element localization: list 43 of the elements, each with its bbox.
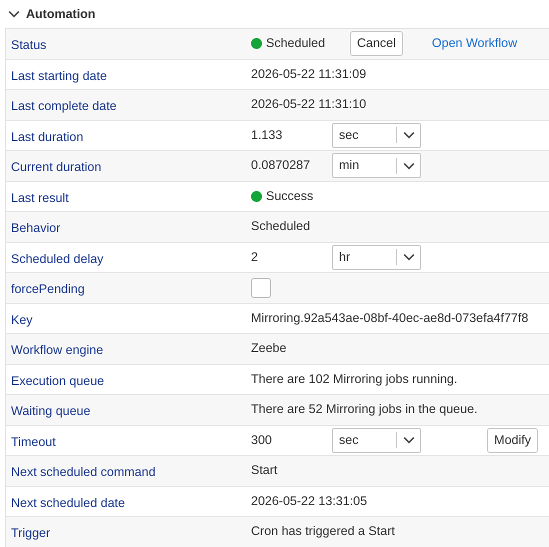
property-label: Last complete date — [10, 98, 118, 115]
property-value: Mirroring.92a543ae-08bf-40ec-ae8d-073efa4f77f8 — [251, 310, 528, 327]
property-value: 2026-05-22 11:31:09 — [251, 66, 366, 83]
property-value: There are 52 Mirroring jobs in the queue. — [251, 401, 478, 418]
property-label: Next scheduled command — [10, 464, 157, 481]
property-label: Current duration — [10, 159, 102, 176]
property-label: Waiting queue — [10, 403, 92, 420]
unit-select[interactable]: min — [332, 153, 421, 178]
property-value: 2 — [251, 248, 259, 266]
open-workflow-link[interactable]: Open Workflow — [432, 34, 518, 54]
property-label: forcePending — [10, 281, 86, 298]
property-value: 2026-05-22 13:31:05 — [251, 492, 368, 510]
property-label: Status — [10, 37, 48, 54]
property-label: Last result — [10, 190, 70, 206]
property-value: Cron has triggered a Start — [251, 523, 395, 540]
property-label: Behavior — [10, 220, 62, 237]
property-value: 300 — [251, 432, 273, 449]
property-label: Next scheduled date — [10, 494, 126, 512]
property-label: Execution queue — [10, 372, 106, 390]
property-value: 1.133 — [251, 126, 284, 144]
property-label: Key — [10, 312, 34, 329]
section-title[interactable]: Automation — [26, 4, 96, 24]
status-text: Success — [266, 188, 314, 205]
property-value: Zeebe — [251, 340, 286, 358]
unit-select[interactable]: sec — [332, 428, 421, 453]
property-label: Trigger — [10, 525, 52, 542]
property-label: Timeout — [10, 434, 57, 450]
property-value: 0.0870287 — [251, 157, 312, 174]
checkbox[interactable] — [251, 278, 271, 298]
property-label: Scheduled delay — [10, 250, 104, 268]
property-value: Scheduled — [251, 218, 310, 236]
property-label: Last duration — [10, 128, 84, 146]
modify-button[interactable]: Modify — [487, 428, 538, 453]
property-value: There are 102 Mirroring jobs running. — [251, 370, 458, 388]
property-label: Workflow engine — [10, 342, 104, 359]
chevron-icon[interactable] — [8, 8, 20, 20]
unit-select[interactable]: sec — [332, 122, 421, 148]
status-text: Scheduled — [266, 35, 326, 52]
property-label: Last starting date — [10, 68, 108, 85]
property-value: Start — [251, 462, 278, 480]
cancel-button[interactable]: Cancel — [350, 31, 403, 56]
property-value: 2026-05-22 11:31:10 — [251, 96, 366, 114]
unit-select[interactable]: hr — [332, 244, 421, 270]
